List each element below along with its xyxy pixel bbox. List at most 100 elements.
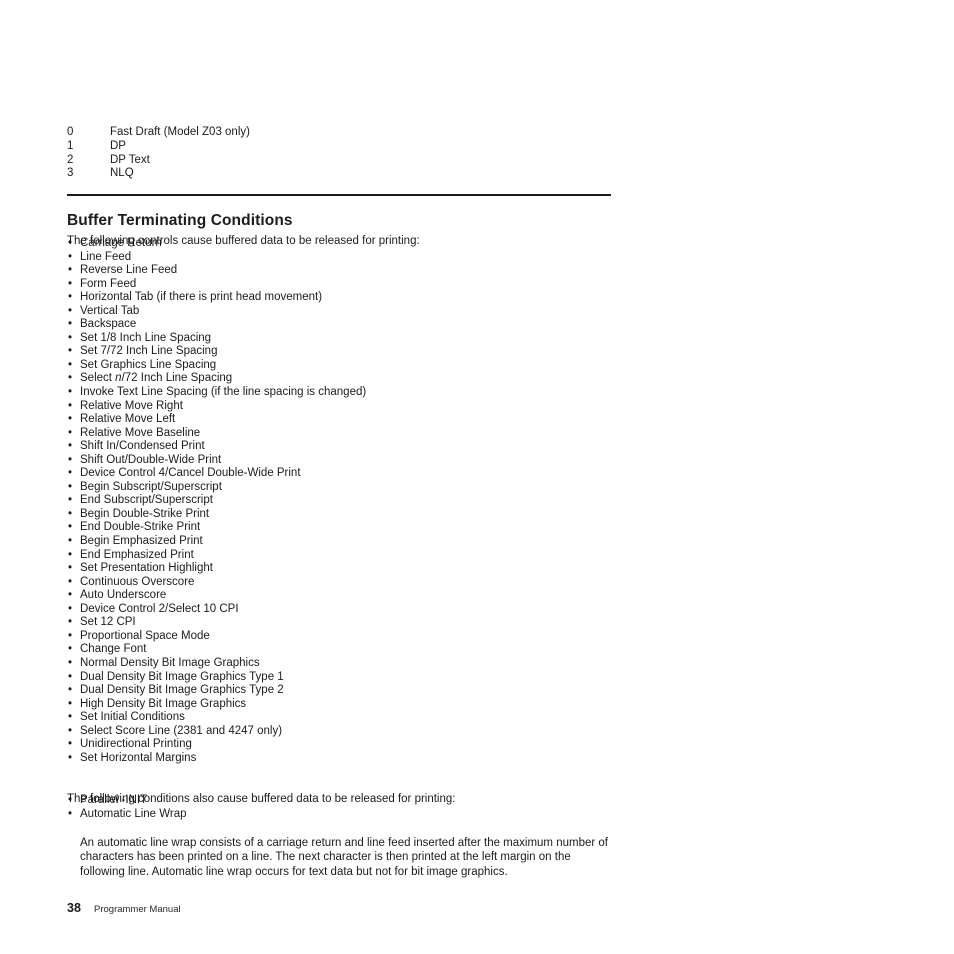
list-item: • Invoke Text Line Spacing (if the line s… (67, 386, 612, 400)
list-item-label: End Double-Strike Print (80, 521, 201, 534)
list-item: • Form Feed (67, 278, 612, 292)
list-item: • Device Control 4/Cancel Double-Wide Pri… (67, 467, 612, 481)
list-item-label: Automatic Line Wrap (80, 807, 187, 820)
bullet-icon: • (68, 751, 73, 764)
bullet-icon: • (68, 250, 73, 263)
list-item: • Line Feed (67, 251, 612, 265)
list-item-label: Line Feed (80, 250, 132, 263)
list-item: • Set Presentation Highlight (67, 562, 612, 576)
list-item: • Dual Density Bit Image Graphics Type 1 (67, 671, 612, 685)
list-item-label: Set Initial Conditions (80, 711, 185, 724)
bullet-icon: • (68, 575, 73, 588)
bullet-icon: • (68, 440, 73, 453)
table-row: 3 NLQ (67, 167, 612, 181)
list-item: • Parallel -INIT (67, 794, 612, 808)
list-item: • Begin Emphasized Print (67, 535, 612, 549)
list-item-label: Change Font (80, 643, 147, 656)
list-item: • Backspace (67, 318, 612, 332)
list-item: • High Density Bit Image Graphics (67, 698, 612, 712)
list-item: • End Double-Strike Print (67, 521, 612, 535)
bullet-icon: • (68, 548, 73, 561)
italic-parameter-n: n (115, 372, 122, 385)
list-item: • Vertical Tab (67, 305, 612, 319)
list-item: • Select Score Line (2381 and 4247 only) (67, 725, 612, 739)
list-item: • Set 1/8 Inch Line Spacing (67, 332, 612, 346)
list-item-label: Vertical Tab (80, 304, 140, 317)
bullet-icon: • (68, 331, 73, 344)
bullet-icon: • (68, 697, 73, 710)
list-item-label: End Emphasized Print (80, 548, 194, 561)
list-item: • Auto Underscore (67, 589, 612, 603)
bullet-icon: • (68, 318, 73, 331)
list-item: • Change Font (67, 643, 612, 657)
list-item: • Set Graphics Line Spacing (67, 359, 612, 373)
list-item: • End Emphasized Print (67, 549, 612, 563)
bullet-icon: • (68, 521, 73, 534)
bullet-icon: • (68, 589, 73, 602)
list-item-label: Set 1/8 Inch Line Spacing (80, 331, 212, 344)
bullet-icon: • (68, 602, 73, 615)
bullet-icon: • (68, 562, 73, 575)
list-item: • Select n/72 Inch Line Spacing (67, 372, 612, 386)
page-title: Buffer Terminating Conditions (67, 211, 293, 229)
list-item-label: Unidirectional Printing (80, 738, 192, 751)
list-item-label: Form Feed (80, 277, 137, 290)
table-row: 0 Fast Draft (Model Z03 only) (67, 126, 612, 140)
bullet-icon: • (68, 372, 73, 385)
list-item-label: Shift Out/Double-Wide Print (80, 453, 222, 466)
bullet-icon: • (68, 467, 73, 480)
bullet-icon: • (68, 237, 73, 249)
list-item-label: Select Score Line (2381 and 4247 only) (80, 724, 283, 737)
list-item: • Proportional Space Mode (67, 630, 612, 644)
list-item-label: Shift In/Condensed Print (80, 440, 205, 453)
list-item-label: Reverse Line Feed (80, 264, 178, 277)
list-item-label: Dual Density Bit Image Graphics Type 2 (80, 684, 284, 697)
list-item-label: Invoke Text Line Spacing (if the line sp… (80, 386, 367, 399)
list-item: • Normal Density Bit Image Graphics (67, 657, 612, 671)
list-item-label: Set Presentation Highlight (80, 562, 213, 575)
list-item: • Set 7/72 Inch Line Spacing (67, 345, 612, 359)
list-item-label: Relative Move Baseline (80, 426, 201, 439)
bullet-icon: • (68, 426, 73, 439)
table-row: 1 DP (67, 140, 612, 154)
document-page: 0 Fast Draft (Model Z03 only) 1 DP 2 DP Text 3… (0, 0, 954, 954)
list-item-label: Set 12 CPI (80, 616, 136, 629)
list-item-label: Select n/72 Inch Line Spacing (80, 372, 233, 385)
list-item: • Relative Move Left (67, 413, 612, 427)
buffer-terminating-conditions-list: • Parallel -INIT • Automatic Line Wrap (67, 794, 612, 821)
code-value: 2 (67, 153, 74, 166)
list-item-label: High Density Bit Image Graphics (80, 697, 247, 710)
list-item: • Set Initial Conditions (67, 711, 612, 725)
code-description: Fast Draft (Model Z03 only) (110, 126, 250, 138)
bullet-icon: • (68, 507, 73, 520)
bullet-icon: • (68, 264, 73, 277)
list-item-label: Carriage Return (80, 237, 162, 249)
code-value: 3 (67, 167, 74, 180)
bullet-icon: • (68, 670, 73, 683)
list-item: • Set Horizontal Margins (67, 752, 612, 766)
bullet-icon: • (68, 413, 73, 426)
list-item: • Shift In/Condensed Print (67, 440, 612, 454)
list-item: • Continuous Overscore (67, 576, 612, 590)
bullet-icon: • (68, 358, 73, 371)
code-value: 1 (67, 139, 74, 152)
bullet-icon: • (68, 738, 73, 751)
footer-page-number: 38 (67, 901, 81, 915)
buffer-terminating-controls-list: • Carriage Return • Line Feed • Reverse Line … (67, 237, 612, 765)
bullet-icon: • (68, 656, 73, 669)
bullet-icon: • (68, 616, 73, 629)
list-item: • Horizontal Tab (if there is print head … (67, 291, 612, 305)
list-item-label: Normal Density Bit Image Graphics (80, 656, 260, 669)
list-item-label: Parallel -INIT (80, 794, 148, 806)
list-item-label: Device Control 4/Cancel Double-Wide Prin… (80, 467, 301, 480)
list-item: • Automatic Line Wrap (67, 808, 612, 822)
bullet-icon: • (68, 304, 73, 317)
page-footer: 38 Programmer Manual (67, 901, 181, 915)
bullet-icon: • (68, 535, 73, 548)
bullet-icon: • (68, 345, 73, 358)
bullet-icon: • (68, 794, 73, 806)
bullet-icon: • (68, 399, 73, 412)
list-item: • Unidirectional Printing (67, 738, 612, 752)
list-item: • End Subscript/Superscript (67, 494, 612, 508)
bullet-icon: • (68, 386, 73, 399)
